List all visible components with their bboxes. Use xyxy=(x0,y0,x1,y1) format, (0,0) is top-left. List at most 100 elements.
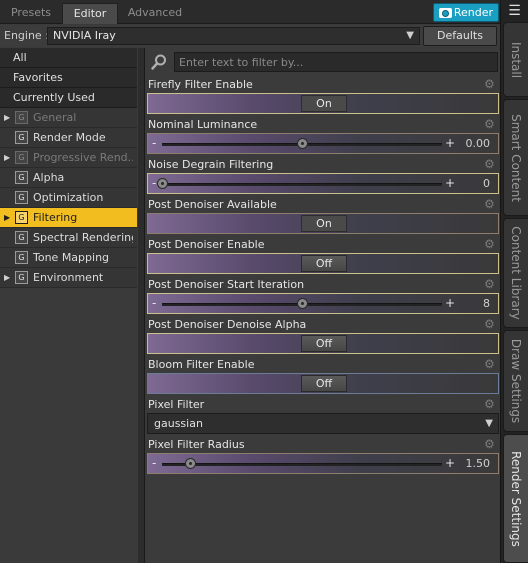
prop-pixel-filter-radius: Pixel Filter Radius ⚙ - + 1.50 xyxy=(146,436,500,476)
prop-label: Nominal Luminance xyxy=(148,118,258,131)
slider-value[interactable]: 0 xyxy=(483,176,490,191)
prop-noise-degrain-filtering: Noise Degrain Filtering ⚙ - + 0 xyxy=(146,156,500,196)
toggle-button[interactable]: On xyxy=(301,95,347,112)
filter-row xyxy=(146,50,500,74)
expand-arrow-icon[interactable]: ▶ xyxy=(4,268,10,287)
slider-track[interactable] xyxy=(162,463,442,466)
group-icon: G xyxy=(15,231,28,244)
prop-label: Pixel Filter Radius xyxy=(148,438,245,451)
prop-control: Off xyxy=(147,253,499,274)
prop-label: Post Denoiser Enable xyxy=(148,238,265,251)
group-environment[interactable]: ▶ G Environment xyxy=(0,268,137,288)
pixel-filter-select[interactable]: gaussian ▼ xyxy=(147,413,499,434)
group-icon: G xyxy=(15,191,28,204)
group-icon: G xyxy=(15,111,28,124)
pixel-filter-value: gaussian xyxy=(154,417,203,430)
slider-knob[interactable] xyxy=(185,458,196,469)
group-optimization[interactable]: G Optimization xyxy=(0,188,137,208)
category-all[interactable]: All xyxy=(0,48,137,68)
decrement-button[interactable]: - xyxy=(152,456,156,470)
toggle-button[interactable]: Off xyxy=(301,335,347,352)
gear-icon[interactable]: ⚙ xyxy=(484,278,496,290)
group-icon: G xyxy=(15,131,28,144)
gear-icon[interactable]: ⚙ xyxy=(484,398,496,410)
prop-control: - + 8 xyxy=(147,293,499,314)
gear-icon[interactable]: ⚙ xyxy=(484,198,496,210)
slider-knob[interactable] xyxy=(297,138,308,149)
prop-firefly-filter-enable: Firefly Filter Enable ⚙ On xyxy=(146,76,500,116)
decrement-button[interactable]: - xyxy=(152,136,156,150)
filter-input[interactable] xyxy=(174,52,498,72)
gear-icon[interactable]: ⚙ xyxy=(484,238,496,250)
decrement-button[interactable]: - xyxy=(152,296,156,310)
side-tab-content-library[interactable]: Content Library xyxy=(503,218,528,328)
editor-tab-bar: Presets Editor Advanced Render xyxy=(0,0,500,24)
prop-control: On xyxy=(147,213,499,234)
slider-knob[interactable] xyxy=(157,178,168,189)
prop-post-denoiser-enable: Post Denoiser Enable ⚙ Off xyxy=(146,236,500,276)
group-progressive-rendering[interactable]: ▶ G Progressive Rend... xyxy=(0,148,137,168)
toggle-button[interactable]: Off xyxy=(301,375,347,392)
prop-control: Off xyxy=(147,373,499,394)
toggle-button[interactable]: On xyxy=(301,215,347,232)
splitter-handle[interactable] xyxy=(138,48,145,563)
prop-label: Post Denoiser Available xyxy=(148,198,277,211)
side-tab-strip: ☰ Install Smart Content Content Library … xyxy=(500,0,528,563)
gear-icon[interactable]: ⚙ xyxy=(484,438,496,450)
gear-icon[interactable]: ⚙ xyxy=(484,318,496,330)
panel-menu-icon[interactable]: ☰ xyxy=(506,4,523,18)
group-icon: G xyxy=(15,271,28,284)
defaults-button[interactable]: Defaults xyxy=(423,26,497,46)
slider-value[interactable]: 8 xyxy=(483,296,490,311)
increment-button[interactable]: + xyxy=(445,135,455,151)
side-tab-smart-content[interactable]: Smart Content xyxy=(503,99,528,216)
group-tone-mapping[interactable]: G Tone Mapping xyxy=(0,248,137,268)
slider-value[interactable]: 0.00 xyxy=(466,136,491,151)
prop-label: Pixel Filter xyxy=(148,398,205,411)
group-filtering[interactable]: ▶ G Filtering xyxy=(0,208,137,228)
group-alpha[interactable]: G Alpha xyxy=(0,168,137,188)
gear-icon[interactable]: ⚙ xyxy=(484,358,496,370)
increment-button[interactable]: + xyxy=(445,175,455,191)
render-button-label: Render xyxy=(453,6,493,19)
slider-track[interactable] xyxy=(162,183,442,186)
side-tab-install[interactable]: Install xyxy=(503,22,528,97)
property-panel: Firefly Filter Enable ⚙ On Nominal Lumin… xyxy=(146,48,500,563)
search-icon[interactable] xyxy=(150,53,168,71)
prop-post-denoiser-denoise-alpha: Post Denoiser Denoise Alpha ⚙ Off xyxy=(146,316,500,356)
render-button[interactable]: Render xyxy=(433,3,499,22)
engine-select[interactable]: NVIDIA Iray ▼ xyxy=(47,27,420,45)
category-currently-used[interactable]: Currently Used xyxy=(0,88,137,108)
side-tab-render-settings[interactable]: Render Settings xyxy=(503,434,528,563)
prop-label: Bloom Filter Enable xyxy=(148,358,255,371)
side-tab-draw-settings[interactable]: Draw Settings xyxy=(503,330,528,432)
group-icon: G xyxy=(15,171,28,184)
expand-arrow-icon[interactable]: ▶ xyxy=(4,108,10,127)
gear-icon[interactable]: ⚙ xyxy=(484,118,496,130)
prop-control: Off xyxy=(147,333,499,354)
prop-post-denoiser-start-iteration: Post Denoiser Start Iteration ⚙ - + 8 xyxy=(146,276,500,316)
expand-arrow-icon[interactable]: ▶ xyxy=(4,148,10,167)
prop-pixel-filter: Pixel Filter ⚙ gaussian ▼ xyxy=(146,396,500,436)
group-icon: G xyxy=(15,151,28,164)
property-group-tree: All Favorites Currently Used ▶ G General… xyxy=(0,48,137,563)
category-favorites[interactable]: Favorites xyxy=(0,68,137,88)
dropdown-arrow-icon: ▼ xyxy=(406,30,414,41)
prop-post-denoiser-available: Post Denoiser Available ⚙ On xyxy=(146,196,500,236)
group-icon: G xyxy=(15,211,28,224)
gear-icon[interactable]: ⚙ xyxy=(484,78,496,90)
group-general[interactable]: ▶ G General xyxy=(0,108,137,128)
toggle-button[interactable]: Off xyxy=(301,255,347,272)
group-spectral-rendering[interactable]: G Spectral Rendering xyxy=(0,228,137,248)
group-render-mode[interactable]: G Render Mode xyxy=(0,128,137,148)
expand-arrow-icon[interactable]: ▶ xyxy=(4,208,10,227)
tab-presets[interactable]: Presets xyxy=(2,3,60,24)
increment-button[interactable]: + xyxy=(445,455,455,471)
tab-editor[interactable]: Editor xyxy=(62,3,118,24)
decrement-button[interactable]: - xyxy=(152,176,156,190)
gear-icon[interactable]: ⚙ xyxy=(484,158,496,170)
increment-button[interactable]: + xyxy=(445,295,455,311)
slider-value[interactable]: 1.50 xyxy=(466,456,491,471)
slider-knob[interactable] xyxy=(297,298,308,309)
tab-advanced[interactable]: Advanced xyxy=(118,3,192,24)
